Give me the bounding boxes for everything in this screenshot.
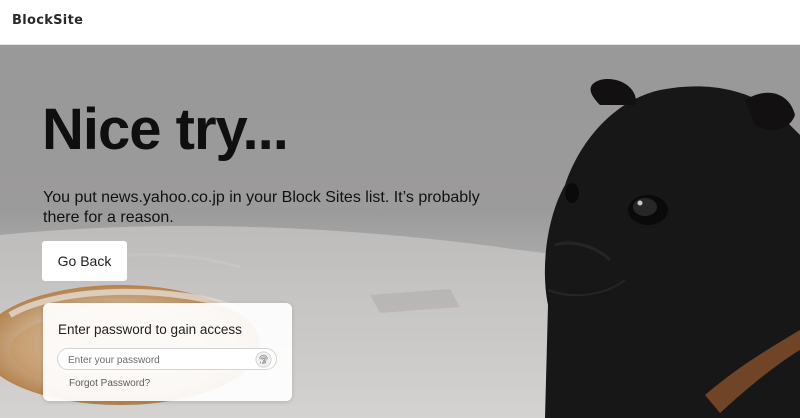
go-back-button[interactable]: Go Back [42,241,127,281]
blocksite-logo[interactable]: BlockSite [12,13,83,28]
top-bar: BlockSite [0,0,800,45]
password-panel-title: Enter password to gain access [58,322,242,337]
password-field-wrapper[interactable] [57,348,277,370]
forgot-password-link[interactable]: Forgot Password? [69,378,150,389]
headline: Nice try... [42,97,289,162]
password-input[interactable] [66,352,250,369]
fingerprint-icon[interactable] [255,351,272,368]
blocked-site-message: You put news.yahoo.co.jp in your Block S… [43,189,480,226]
hero-background: Nice try... You put news.yahoo.co.jp in … [0,45,800,418]
password-panel: Enter password to gain access Forgot Pas… [43,303,292,401]
